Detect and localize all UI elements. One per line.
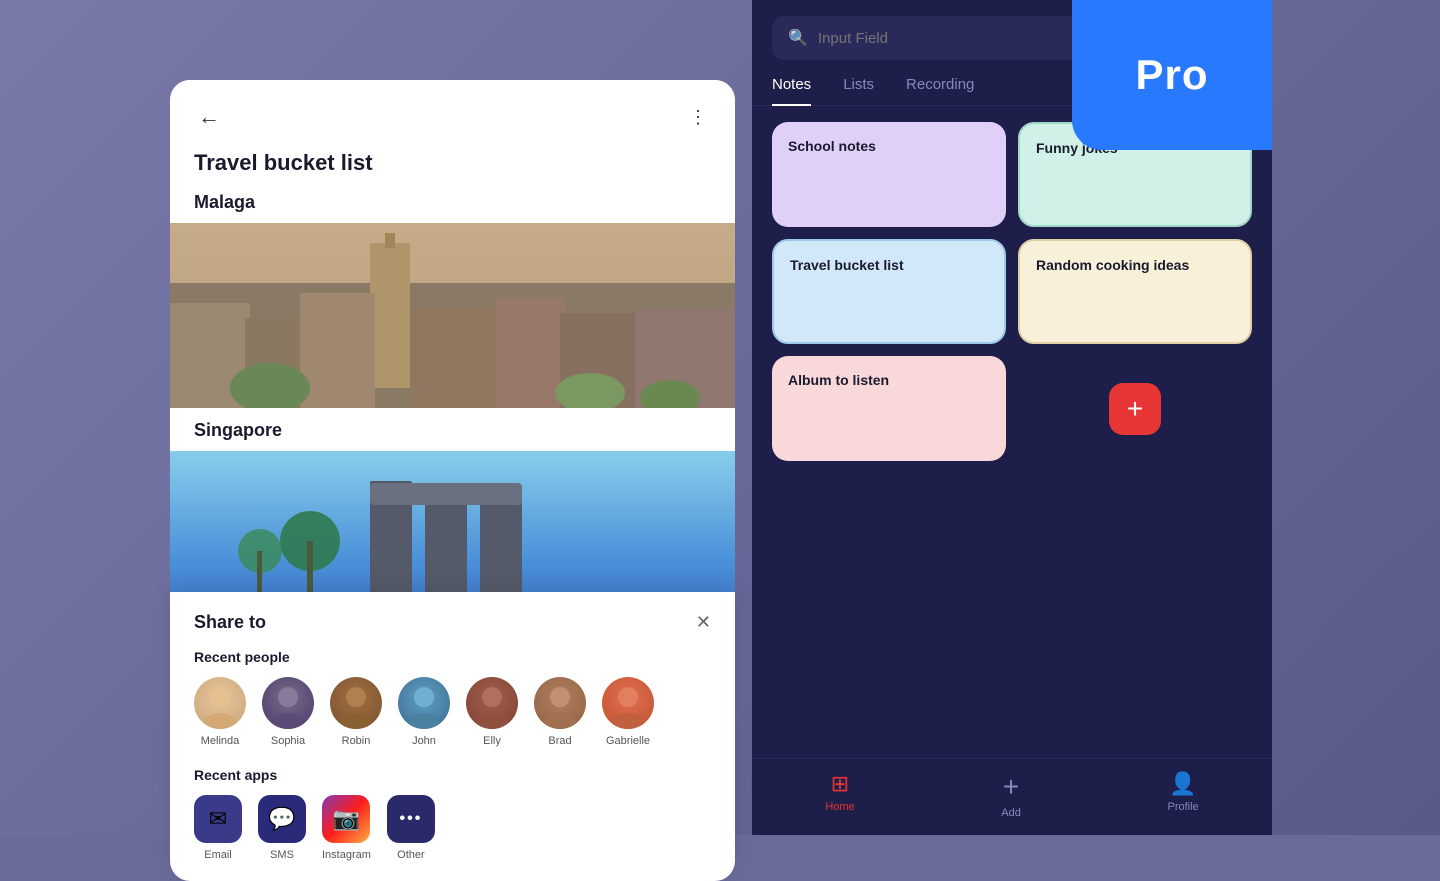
- person-robin[interactable]: Robin: [330, 677, 382, 747]
- note-title: Travel bucket list: [194, 150, 711, 176]
- recent-people-list: Melinda Sophia Robin John Elly: [194, 677, 711, 747]
- note-card-title-cooking: Random cooking ideas: [1036, 257, 1189, 273]
- note-card-title-album: Album to listen: [788, 372, 889, 388]
- person-name-gabrielle: Gabrielle: [606, 735, 650, 747]
- notes-grid: School notes Funny jokes Travel bucket l…: [752, 106, 1272, 758]
- tab-lists[interactable]: Lists: [843, 76, 874, 105]
- person-name-robin: Robin: [342, 735, 371, 747]
- bottom-navigation: ⊞ Home + Add 👤 Profile: [752, 758, 1272, 835]
- nav-profile[interactable]: 👤 Profile: [1167, 771, 1198, 819]
- instagram-icon: 📷: [322, 795, 370, 843]
- note-card-school-notes[interactable]: School notes: [772, 122, 1006, 227]
- recent-apps-list: ✉ Email 💬 SMS 📷 Instagram ••• Other: [194, 795, 711, 861]
- share-modal: Share to ✕ Recent people Melinda Sophia …: [170, 592, 735, 881]
- note-navigation: ← ⋮: [194, 100, 711, 134]
- avatar-melinda: [194, 677, 246, 729]
- add-icon: +: [1003, 771, 1019, 803]
- app-instagram[interactable]: 📷 Instagram: [322, 795, 371, 861]
- pro-label: Pro: [1135, 51, 1208, 99]
- note-card-title-school: School notes: [788, 138, 876, 154]
- tab-recording[interactable]: Recording: [906, 76, 974, 105]
- add-note-button[interactable]: +: [1109, 383, 1161, 435]
- nav-profile-label: Profile: [1167, 801, 1198, 813]
- recent-apps-label: Recent apps: [194, 767, 711, 783]
- person-name-elly: Elly: [483, 735, 501, 747]
- person-gabrielle[interactable]: Gabrielle: [602, 677, 654, 747]
- sms-icon: 💬: [258, 795, 306, 843]
- malaga-image: [170, 223, 735, 408]
- share-button[interactable]: ⋮: [685, 103, 711, 132]
- email-icon: ✉: [194, 795, 242, 843]
- notes-content: School notes Funny jokes Travel bucket l…: [752, 106, 1272, 758]
- note-card-cooking[interactable]: Random cooking ideas: [1018, 239, 1252, 344]
- nav-add-label: Add: [1001, 807, 1021, 819]
- home-icon: ⊞: [831, 771, 849, 797]
- add-note-placeholder: +: [1018, 356, 1252, 461]
- other-icon: •••: [387, 795, 435, 843]
- app-sms[interactable]: 💬 SMS: [258, 795, 306, 861]
- tab-notes[interactable]: Notes: [772, 76, 811, 105]
- notes-panel: Pro 🔍 Notes Lists Recording School notes…: [752, 0, 1272, 835]
- nav-add[interactable]: + Add: [1001, 771, 1021, 819]
- app-other[interactable]: ••• Other: [387, 795, 435, 861]
- pro-button[interactable]: Pro: [1072, 0, 1272, 150]
- avatar-brad: [534, 677, 586, 729]
- person-brad[interactable]: Brad: [534, 677, 586, 747]
- person-sophia[interactable]: Sophia: [262, 677, 314, 747]
- search-icon: 🔍: [788, 28, 808, 48]
- back-button[interactable]: ←: [194, 100, 224, 134]
- share-modal-title: Share to: [194, 612, 266, 633]
- app-sms-label: SMS: [270, 849, 294, 861]
- nav-home[interactable]: ⊞ Home: [825, 771, 854, 819]
- person-elly[interactable]: Elly: [466, 677, 518, 747]
- avatar-elly: [466, 677, 518, 729]
- note-card-title-travel: Travel bucket list: [790, 257, 904, 273]
- person-name-melinda: Melinda: [201, 735, 240, 747]
- person-melinda[interactable]: Melinda: [194, 677, 246, 747]
- recent-people-label: Recent people: [194, 649, 711, 665]
- person-name-brad: Brad: [548, 735, 571, 747]
- app-other-label: Other: [397, 849, 425, 861]
- note-header: ← ⋮ Travel bucket list: [170, 80, 735, 176]
- destination-singapore-label: Singapore: [170, 408, 735, 451]
- app-instagram-label: Instagram: [322, 849, 371, 861]
- profile-icon: 👤: [1169, 771, 1196, 797]
- person-name-sophia: Sophia: [271, 735, 305, 747]
- note-card-album[interactable]: Album to listen: [772, 356, 1006, 461]
- share-modal-header: Share to ✕: [194, 612, 711, 633]
- app-email[interactable]: ✉ Email: [194, 795, 242, 861]
- avatar-gabrielle: [602, 677, 654, 729]
- avatar-robin: [330, 677, 382, 729]
- avatar-john: [398, 677, 450, 729]
- close-modal-button[interactable]: ✕: [696, 612, 711, 633]
- app-email-label: Email: [204, 849, 232, 861]
- destination-malaga-label: Malaga: [170, 192, 735, 223]
- nav-home-label: Home: [825, 801, 854, 813]
- avatar-sophia: [262, 677, 314, 729]
- note-card-travel[interactable]: Travel bucket list: [772, 239, 1006, 344]
- person-name-john: John: [412, 735, 436, 747]
- person-john[interactable]: John: [398, 677, 450, 747]
